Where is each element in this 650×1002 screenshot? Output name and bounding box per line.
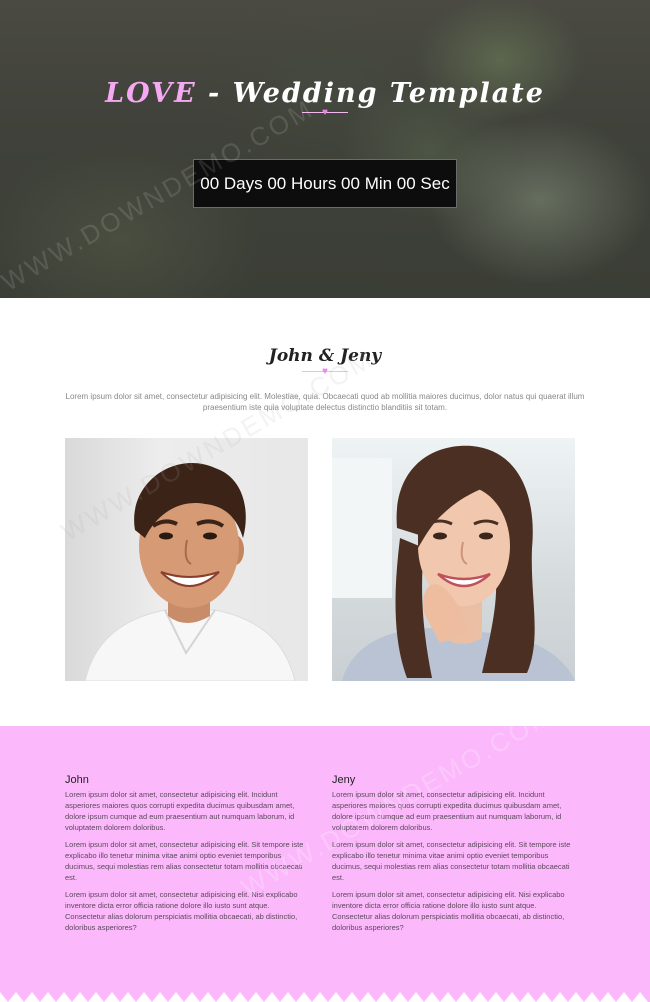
hero-divider: ♥ bbox=[302, 108, 348, 118]
bio-john: John Lorem ipsum dolor sit amet, consect… bbox=[65, 774, 310, 939]
bios-section: John Lorem ipsum dolor sit amet, consect… bbox=[0, 699, 650, 1002]
countdown-timer: 00 Days 00 Hours 00 Min 00 Sec bbox=[193, 159, 457, 208]
heart-icon: ♥ bbox=[322, 366, 328, 377]
heart-icon: ♥ bbox=[322, 107, 328, 118]
jeny-portrait-illustration bbox=[332, 445, 575, 681]
bio-paragraph: Lorem ipsum dolor sit amet, consectetur … bbox=[332, 890, 565, 932]
bio-name: John bbox=[65, 774, 89, 786]
bio-jeny: Jeny Lorem ipsum dolor sit amet, consect… bbox=[332, 774, 577, 939]
couple-title: John & Jeny bbox=[268, 346, 382, 366]
john-portrait-illustration bbox=[84, 463, 296, 681]
bio-name: Jeny bbox=[332, 774, 356, 786]
bio-paragraph: Lorem ipsum dolor sit amet, consectetur … bbox=[332, 840, 571, 882]
hero-title: LOVE - Wedding Template bbox=[0, 78, 650, 109]
zigzag-border bbox=[0, 992, 650, 1002]
jeny-photo bbox=[332, 438, 575, 681]
hero-title-accent: LOVE bbox=[105, 78, 197, 109]
john-photo bbox=[65, 438, 308, 681]
bio-paragraph: Lorem ipsum dolor sit amet, consectetur … bbox=[65, 790, 295, 832]
hero-banner: LOVE - Wedding Template ♥ 00 Days 00 Hou… bbox=[0, 0, 650, 298]
section-divider: ♥ bbox=[302, 367, 348, 377]
couple-intro: Lorem ipsum dolor sit amet, consectetur … bbox=[65, 392, 585, 412]
hero-title-rest: - Wedding Template bbox=[196, 78, 545, 109]
bio-paragraph: Lorem ipsum dolor sit amet, consectetur … bbox=[65, 840, 304, 882]
bio-paragraph: Lorem ipsum dolor sit amet, consectetur … bbox=[65, 890, 298, 932]
bio-paragraph: Lorem ipsum dolor sit amet, consectetur … bbox=[332, 790, 562, 832]
